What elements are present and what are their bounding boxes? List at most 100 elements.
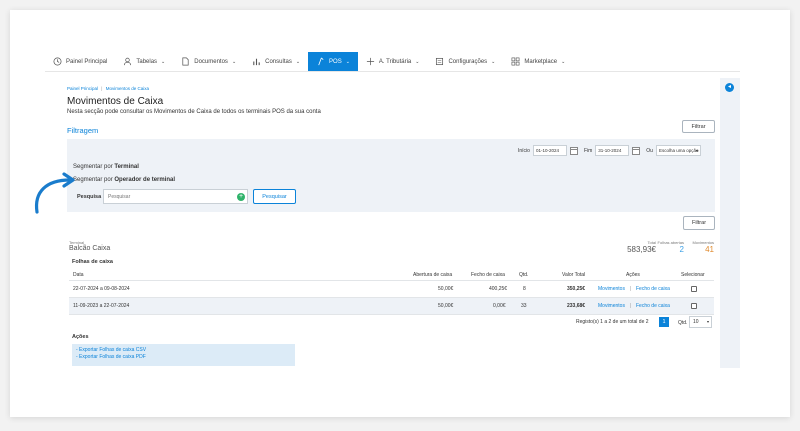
export-csv-link[interactable]: - Exportar Folhas de caixa CSV: [76, 347, 291, 354]
column-header-qty: Qtd.: [519, 272, 529, 278]
filter-toggle-button[interactable]: Filtrar: [682, 120, 715, 133]
link-separator: |: [630, 303, 632, 309]
column-header-opening: Abertura de caixa: [413, 272, 453, 278]
main-navbar: Painel Principal Tabelas ⌄ Documentos ⌄ …: [45, 52, 740, 72]
end-date-input[interactable]: 31-10-2024: [595, 145, 630, 156]
nav-tabelas[interactable]: Tabelas ⌄: [115, 52, 173, 71]
page-1-button[interactable]: 1: [659, 317, 669, 327]
movements-link[interactable]: Movimentos: [598, 286, 625, 292]
open-sheets-stat: Folhas abertas 2: [656, 240, 684, 254]
segment-terminal-label: Terminal: [114, 164, 139, 170]
grid-icon: [511, 57, 520, 66]
nav-documentos[interactable]: Documentos ⌄: [173, 52, 244, 71]
breadcrumb-home[interactable]: Painel Principal: [67, 86, 98, 91]
chevron-down-icon: ⌄: [561, 58, 566, 65]
document-icon: [181, 57, 190, 66]
nav-label: Marketplace: [524, 58, 558, 65]
nav-label: POS: [329, 58, 342, 65]
start-date-input[interactable]: 01-10-2024: [532, 145, 567, 156]
nav-label: Documentos: [194, 58, 228, 65]
add-icon[interactable]: +: [237, 193, 245, 201]
user-icon: [123, 57, 132, 66]
row-qty: 8: [523, 286, 526, 292]
nav-label: Consultas: [265, 58, 292, 65]
segment-prefix: Segmentar por: [73, 177, 113, 183]
link-separator: |: [630, 286, 632, 292]
column-header-select: Selecionar: [681, 272, 705, 278]
row-opening: 50,00€: [438, 286, 454, 292]
period-select[interactable]: Escolha uma opção ▾: [655, 145, 701, 156]
export-pdf-link[interactable]: - Exportar Folhas de caixa PDF: [76, 354, 291, 361]
chevron-down-icon: ⌄: [295, 58, 301, 65]
row-closing: 0,00€: [493, 303, 506, 309]
chevron-down-icon: ⌄: [161, 58, 166, 65]
chevron-down-icon: ⌄: [231, 58, 237, 65]
page-subtitle: Nesta secção pode consultar os Movimento…: [67, 109, 321, 115]
row-total: 233,68€: [567, 303, 586, 309]
movements-value: 41: [705, 245, 714, 254]
chevron-down-icon: ⌄: [415, 58, 420, 65]
calendar-icon[interactable]: [569, 146, 578, 155]
movements-link[interactable]: Movimentos: [598, 303, 625, 309]
chevron-down-icon: ⌄: [345, 58, 350, 65]
segment-by-operator[interactable]: Segmentar por Operador de terminal: [73, 177, 175, 183]
actions-panel: - Exportar Folhas de caixa CSV - Exporta…: [72, 344, 295, 366]
chevron-down-icon: ▾: [706, 319, 709, 324]
start-date-label: Início: [518, 147, 530, 154]
segment-by-terminal[interactable]: Segmentar por Terminal: [73, 164, 139, 170]
nav-consultas[interactable]: Consultas ⌄: [244, 52, 308, 71]
column-header-closing: Fecho de caixa: [471, 272, 505, 278]
cash-closing-link[interactable]: Fecho de caixa: [636, 303, 670, 309]
or-label: Ou: [646, 147, 653, 154]
nav-label: Configurações: [448, 58, 488, 65]
page-size-label: Qtd.: [678, 320, 688, 326]
nav-configuracoes[interactable]: Configurações ⌄: [427, 52, 503, 71]
column-header-actions: Ações: [626, 272, 640, 278]
segment-operator-label: Operador de terminal: [114, 177, 176, 183]
row-total: 350,25€: [567, 286, 586, 292]
open-sheets-value: 2: [679, 245, 684, 254]
search-label: Pesquisa: [77, 194, 102, 200]
table-divider: [69, 314, 714, 315]
page-size-select[interactable]: 10 ▾: [689, 316, 712, 328]
collapse-sidebar-icon[interactable]: ◂: [725, 83, 734, 92]
nav-pos[interactable]: POS ⌄: [308, 52, 358, 71]
breadcrumb-separator: |: [101, 86, 103, 91]
calendar-icon[interactable]: [632, 146, 641, 155]
select-checkbox[interactable]: [691, 303, 697, 309]
breadcrumb-current[interactable]: Movimentos de Caixa: [106, 86, 149, 91]
filter-section-title: Filtragem: [67, 126, 99, 135]
settings-icon: [435, 57, 444, 66]
cross-icon: [366, 57, 375, 66]
curved-arrow-icon: [34, 172, 75, 214]
filter-button[interactable]: Filtrar: [683, 216, 715, 230]
row-opening: 50,00€: [438, 303, 454, 309]
chevron-down-icon: ⌄: [491, 58, 496, 65]
actions-title: Ações: [72, 334, 89, 340]
nav-label: Painel Principal: [66, 58, 108, 65]
pagination-summary: Registo(s) 1 a 2 de um total de 2: [576, 319, 649, 325]
bars-icon: [252, 57, 261, 66]
nav-marketplace[interactable]: Marketplace ⌄: [503, 52, 573, 71]
cash-closing-link[interactable]: Fecho de caixa: [636, 286, 670, 292]
clock-icon: [53, 57, 62, 66]
column-header-date: Data: [73, 272, 84, 278]
row-date: 11-09-2023 a 22-07-2024: [73, 303, 130, 309]
row-closing: 400,25€: [489, 286, 508, 292]
page-title: Movimentos de Caixa: [67, 96, 164, 107]
nav-painel-principal[interactable]: Painel Principal: [45, 52, 115, 71]
nav-a-tributaria[interactable]: A. Tributária ⌄: [358, 52, 428, 71]
search-button[interactable]: Pesquisar: [253, 189, 296, 204]
breadcrumb: Painel Principal | Movimentos de Caixa: [67, 86, 149, 91]
table-title: Folhas de caixa: [72, 259, 113, 265]
search-input[interactable]: [103, 189, 248, 204]
nav-label: A. Tributária: [378, 58, 412, 65]
end-date-label: Fim: [583, 147, 593, 154]
row-qty: 33: [521, 303, 527, 309]
select-checkbox[interactable]: [691, 286, 697, 292]
movements-stat: Movimentos 41: [684, 240, 714, 254]
right-sidebar: [720, 78, 740, 368]
terminal-value: Balcão Caixa: [69, 245, 111, 252]
segment-prefix: Segmentar por: [73, 164, 113, 170]
total-stat: Total 583,93€: [622, 240, 656, 254]
